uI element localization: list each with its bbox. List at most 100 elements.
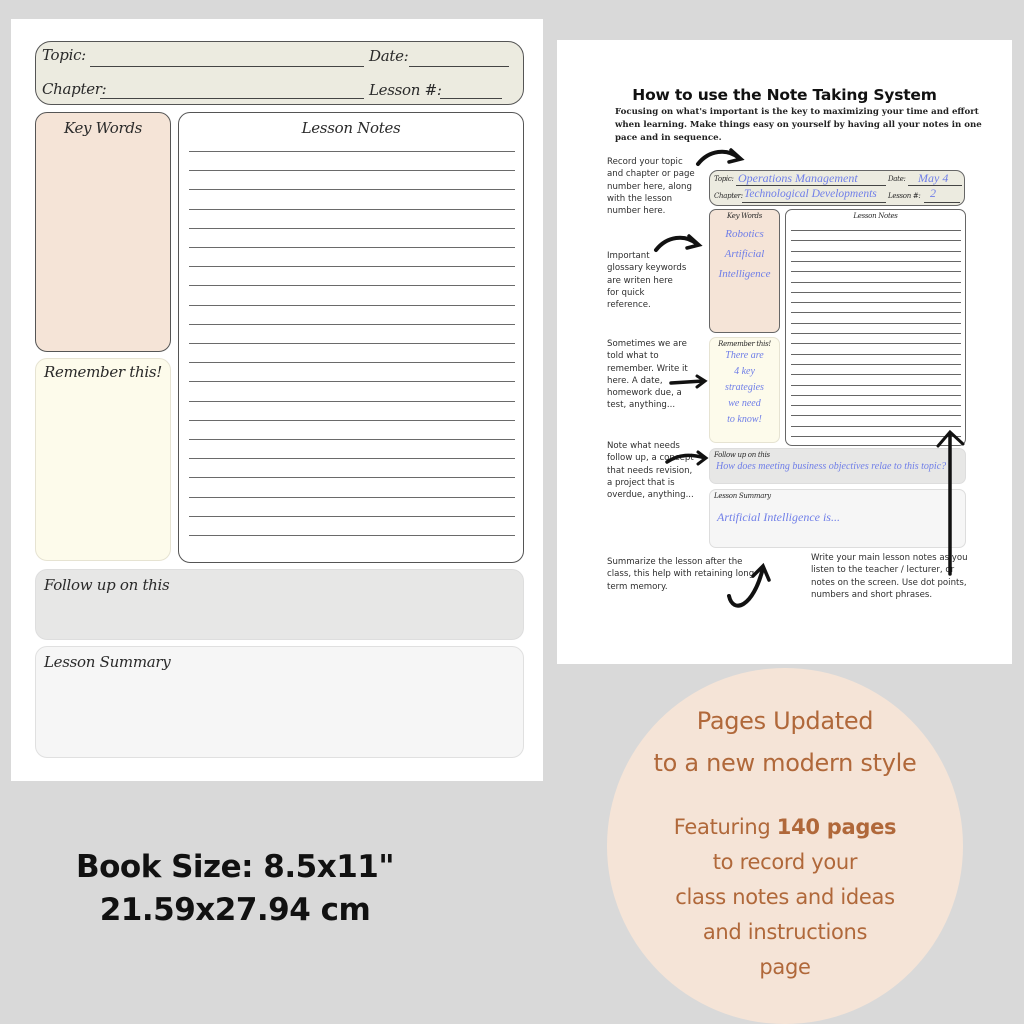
- example-lesson-line: [924, 202, 960, 203]
- date-field[interactable]: [409, 66, 509, 67]
- ruled-line: [189, 285, 515, 287]
- header-box: Topic: Date: Chapter: Lesson #:: [35, 41, 524, 105]
- header-explanation: Record your topic and chapter or page nu…: [607, 157, 695, 217]
- example-header-box: Topic: Operations Management Date: May 4…: [709, 170, 965, 206]
- ruled-line: [189, 535, 515, 536]
- lesson-number-label: Lesson #:: [369, 81, 442, 99]
- book-size-cm: 21.59x27.94 cm: [99, 892, 371, 928]
- lesson-notes-box[interactable]: Lesson Notes: [178, 112, 524, 563]
- follow-up-title: Follow up on this: [44, 576, 170, 594]
- keywords-explanation: Important glossary keywords are writen h…: [607, 251, 687, 311]
- lesson-number-field[interactable]: [440, 98, 502, 99]
- example-lesson-notes-box: Lesson Notes: [785, 209, 966, 446]
- topic-field[interactable]: [90, 66, 364, 67]
- example-chapter-label: Chapter:: [714, 192, 743, 200]
- ruled-line: [189, 266, 515, 268]
- example-summary-title: Lesson Summary: [714, 492, 771, 500]
- lesson-notes-title: Lesson Notes: [301, 119, 401, 137]
- example-lesson-value: 2: [930, 186, 936, 200]
- example-ruled-line: [791, 353, 961, 355]
- ruled-line: [189, 362, 515, 364]
- promo-featuring: Featuring 140 pages: [600, 810, 970, 845]
- example-topic-line: [736, 185, 886, 186]
- example-remember-line: to know!: [727, 414, 762, 425]
- ruled-line: [189, 208, 515, 210]
- example-follow-up-box: Follow up on this How does meeting busin…: [709, 448, 966, 484]
- promo-line-2: to a new modern style: [653, 749, 917, 777]
- example-ruled-line: [791, 333, 961, 334]
- example-ruled-line: [791, 291, 961, 293]
- example-lesson-label: Lesson #:: [888, 192, 921, 200]
- ruled-line: [189, 400, 515, 402]
- example-remember-title: Remember this!: [718, 340, 771, 348]
- example-ruled-line: [791, 384, 961, 386]
- promo-line-4: to record your: [712, 850, 858, 874]
- lesson-summary-box[interactable]: Lesson Summary: [35, 646, 524, 758]
- example-ruled-line: [791, 363, 961, 365]
- promo-line-5: class notes and ideas: [675, 885, 895, 909]
- promo-page-count: 140 pages: [776, 815, 897, 839]
- example-summary-value: Artificial Intelligence is...: [717, 510, 840, 524]
- note-template-page: Topic: Date: Chapter: Lesson #: Key Word…: [11, 19, 543, 781]
- ruled-line: [189, 477, 515, 479]
- example-ruled-line: [791, 312, 961, 314]
- arrow-to-header-icon: [696, 148, 745, 166]
- ruled-line: [189, 189, 515, 191]
- ruled-line: [189, 151, 515, 152]
- example-ruled-line: [791, 240, 961, 242]
- ruled-line: [189, 496, 515, 498]
- instructions-page: How to use the Note Taking System Focusi…: [557, 40, 1012, 664]
- example-chapter-line: [742, 202, 886, 203]
- example-follow-up-value: How does meeting business objectives rel…: [716, 461, 947, 472]
- example-ruled-line: [791, 230, 961, 231]
- example-ruled-line: [791, 322, 961, 324]
- example-ruled-line: [791, 425, 961, 427]
- topic-label: Topic:: [42, 46, 86, 64]
- example-ruled-line: [791, 271, 961, 273]
- promo-line-1: Pages Updated: [696, 707, 874, 735]
- ruled-line: [189, 323, 515, 325]
- follow-up-box[interactable]: Follow up on this: [35, 569, 524, 640]
- arrow-to-lesson-notes-icon: [936, 429, 965, 576]
- example-remember-line: There are: [725, 350, 764, 361]
- key-words-box[interactable]: Key Words: [35, 112, 171, 352]
- ruled-line: [189, 343, 515, 344]
- example-keyword: Artificial: [724, 248, 765, 260]
- example-remember-line: we need: [728, 398, 761, 409]
- example-lesson-notes-title: Lesson Notes: [853, 212, 898, 220]
- example-ruled-line: [791, 281, 961, 283]
- arrow-to-keywords-icon: [654, 234, 703, 252]
- example-topic-value: Operations Management: [738, 171, 858, 185]
- example-keyword: Intelligence: [718, 268, 771, 280]
- arrow-to-remember-icon: [669, 374, 708, 389]
- example-chapter-value: Technological Developments: [744, 188, 877, 200]
- example-key-words-box: Key Words Robotics Artificial Intelligen…: [709, 209, 780, 333]
- example-ruled-line: [791, 405, 961, 407]
- example-ruled-line: [791, 415, 961, 417]
- ruled-line: [189, 381, 515, 383]
- promo-line-7: page: [759, 955, 811, 979]
- example-date-label: Date:: [888, 175, 906, 183]
- key-words-title: Key Words: [63, 119, 143, 137]
- example-remember-line: 4 key: [734, 366, 755, 377]
- promo-featuring-prefix: Featuring: [673, 815, 777, 839]
- instructions-intro: Focusing on what's important is the key …: [615, 107, 982, 143]
- chapter-field[interactable]: [100, 98, 364, 99]
- example-remember-box: Remember this! There are 4 key strategie…: [709, 337, 780, 443]
- example-ruled-line: [791, 394, 961, 396]
- remember-title: Remember this!: [44, 363, 162, 381]
- remember-box[interactable]: Remember this!: [35, 358, 171, 561]
- example-date-value: May 4: [918, 171, 949, 185]
- arrow-to-follow-up-icon: [665, 450, 709, 466]
- example-ruled-line: [791, 260, 961, 262]
- example-ruled-line: [791, 302, 961, 304]
- ruled-line: [189, 170, 515, 172]
- ruled-line: [189, 458, 515, 460]
- promo-line-6: and instructions: [702, 920, 868, 944]
- promo-text: Pages Updated to a new modern style Feat…: [600, 700, 970, 985]
- arrow-to-summary-icon: [727, 562, 771, 608]
- example-ruled-line: [791, 343, 961, 345]
- example-topic-label: Topic:: [714, 175, 734, 183]
- date-label: Date:: [369, 47, 409, 65]
- example-remember-line: strategies: [725, 382, 764, 393]
